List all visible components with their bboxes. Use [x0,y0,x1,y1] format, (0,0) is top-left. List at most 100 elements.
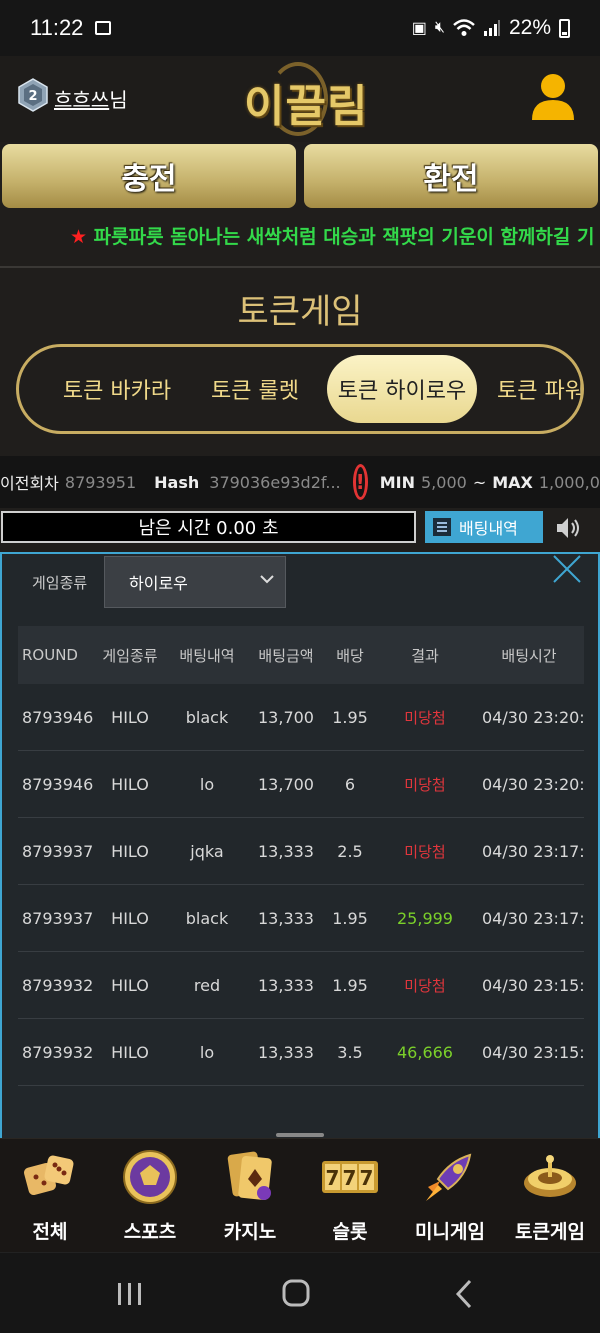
nav-token-game-label: 토큰게임 [515,1221,585,1243]
cell-bet-time: 04/30 23:17:... [482,908,584,928]
nav-all[interactable]: 전체 [0,1147,100,1247]
system-nav-bar [0,1252,600,1333]
alert-icon[interactable]: ! [352,464,368,500]
cell-odds: 1.95 [332,707,368,727]
col-result: 결과 [411,646,439,665]
min-label: MIN [379,472,415,492]
rocket-icon [426,1153,472,1201]
svg-text:7: 7 [360,1166,374,1190]
cell-result: 미당첨 [404,708,446,727]
recent-apps-icon[interactable] [110,1275,150,1313]
range-separator: ~ [472,472,487,492]
bet-history-label: 배팅내역 [459,519,518,538]
speaker-icon[interactable] [554,514,582,542]
table-row: 8793937 HILO jqka 13,333 2.5 미당첨 04/30 23:17:.… [18,818,584,885]
cell-round: 8793932 [22,1042,94,1062]
scroll-handle[interactable] [276,1133,324,1137]
cell-bet: lo [199,1042,215,1062]
home-icon[interactable] [276,1275,316,1313]
col-amount: 배팅금액 [258,646,314,665]
back-icon[interactable] [446,1275,486,1313]
cell-result: 46,666 [397,1042,453,1062]
hash-label: Hash [154,472,200,492]
prev-round-value: 8793951 [64,472,137,492]
username-text: 흐흐쓰 [54,88,110,112]
tab-token-hilo[interactable]: 토큰 하이로우 [327,355,477,423]
hash-value: 379036e93d2f... [209,472,341,492]
username-suffix: 님 [109,88,128,112]
charge-button[interactable]: 충전 [2,144,296,208]
cell-game-type: HILO [111,841,149,861]
nav-token-game[interactable]: 토큰게임 [500,1147,600,1247]
max-label: MAX [492,472,533,492]
bet-history-panel: 게임종류 하이로우 ROUND 게임종류 배팅내역 배팅금액 배당 결과 배팅시… [0,552,600,1138]
cell-round: 8793946 [22,707,94,727]
prev-round-label: 이전회차 [0,474,59,493]
cell-amount: 13,333 [258,908,314,928]
close-icon[interactable] [552,554,582,584]
table-body: 8793946 HILO black 13,700 1.95 미당첨 04/30 23:20… [18,684,584,1086]
page-title: 토큰게임 [237,292,363,332]
nav-slot[interactable]: 7 7 7 슬롯 [300,1147,400,1247]
status-right: ▣ 🔇︎ 22% [412,16,570,40]
cell-odds: 6 [344,774,356,794]
bet-history-table: ROUND 게임종류 배팅내역 배팅금액 배당 결과 배팅시간 8793946 H… [18,626,584,1086]
notice-marquee: ★ 파릇파릇 돋아나는 새싹처럼 대승과 잭팟의 기운이 함께하길 기 [0,220,600,250]
cell-bet: lo [199,774,215,794]
cell-bet-time: 04/30 23:17:... [482,841,584,861]
nav-all-label: 전체 [32,1221,68,1243]
col-bet-time: 배팅시간 [501,646,557,665]
nav-slot-label: 슬롯 [332,1221,368,1243]
status-bar: 11:22 ▣ 🔇︎ 22% [0,0,600,56]
cell-result: 미당첨 [404,976,446,995]
cell-bet: black [185,908,229,928]
cell-odds: 1.95 [332,975,368,995]
site-header: 2 흐흐쓰님 이끌림 [0,56,600,142]
nav-casino[interactable]: 카지노 [200,1147,300,1247]
cell-amount: 13,333 [258,975,314,995]
soccer-ball-icon [123,1150,177,1204]
cell-odds: 1.95 [332,908,368,928]
slot-777-icon: 7 7 7 [322,1161,378,1193]
svg-text:7: 7 [343,1166,357,1190]
exchange-button[interactable]: 환전 [304,144,598,208]
tab-token-power[interactable]: 토큰 파워 [489,355,581,423]
cell-round: 8793946 [22,774,94,794]
cell-round: 8793932 [22,975,94,995]
chevron-down-icon [260,575,274,584]
app-root: 11:22 ▣ 🔇︎ 22% 2 흐흐쓰님 이끌림 충전 환전 ★ 파릇파릇 돋… [0,0,600,1333]
list-icon [433,518,451,536]
cell-game-type: HILO [111,908,149,928]
cell-bet-time: 04/30 23:20:... [482,774,584,794]
signal-icon [483,20,500,36]
cell-amount: 13,700 [258,774,314,794]
cell-amount: 13,700 [258,707,314,727]
cell-game-type: HILO [111,707,149,727]
col-round: ROUND [22,646,78,664]
nav-minigame[interactable]: 미니게임 [400,1147,500,1247]
cell-game-type: HILO [111,1042,149,1062]
nav-sports[interactable]: 스포츠 [100,1147,200,1247]
table-header: ROUND 게임종류 배팅내역 배팅금액 배당 결과 배팅시간 [18,626,584,684]
user-profile-icon[interactable] [530,72,576,122]
tab-token-baccarat[interactable]: 토큰 바카라 [33,355,201,423]
svg-text:2: 2 [28,89,37,104]
dice-icon [23,1155,74,1196]
site-logo[interactable]: 이끌림 [244,70,368,134]
bet-history-button[interactable]: 배팅내역 [425,511,543,543]
wifi-icon [453,19,475,36]
username[interactable]: 흐흐쓰님 [54,84,128,113]
cell-bet: jqka [190,841,224,861]
cards-icon [227,1151,272,1201]
marquee-text: 파릇파릇 돋아나는 새싹처럼 대승과 잭팟의 기운이 함께하길 기 [93,226,595,248]
wallet-actions: 충전 환전 [0,144,600,208]
tab-token-roulette[interactable]: 토큰 룰렛 [191,355,319,423]
cell-amount: 13,333 [258,1042,314,1062]
cell-bet-time: 04/30 23:20:... [482,707,584,727]
cell-odds: 2.5 [337,841,363,861]
battery-saver-icon: ▣ [411,20,427,37]
max-value: 1,000,000 [538,472,600,492]
cell-result: 미당첨 [404,775,446,794]
game-type-select[interactable]: 하이로우 [104,556,286,608]
star-icon: ★ [70,226,88,248]
